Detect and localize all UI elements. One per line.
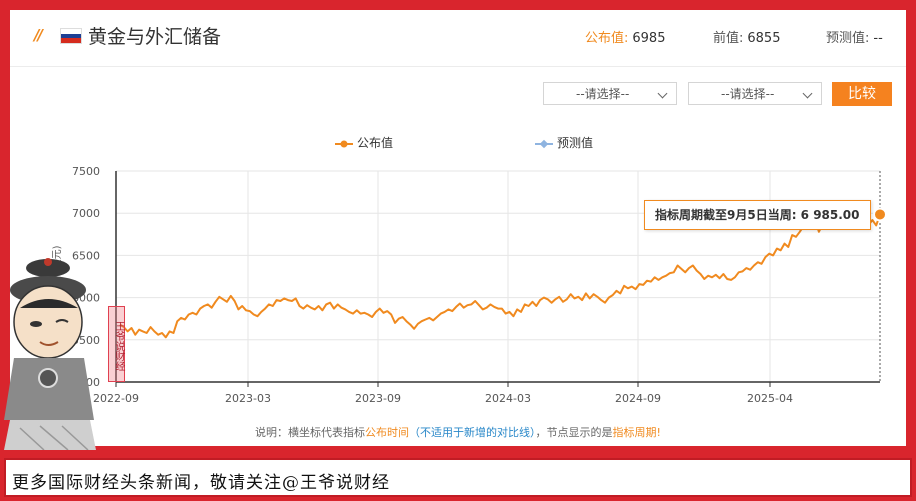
x-tick-label: 2024-09	[615, 392, 661, 405]
footer-banner: 更多国际财经头条新闻，敬请关注@王爷说财经	[4, 458, 912, 497]
note-part-6: !	[656, 426, 661, 439]
x-tick-label: 2023-09	[355, 392, 401, 405]
note-part-2: 公布时间	[365, 426, 410, 439]
chart-tooltip: 指标周期截至9月5日当周: 6 985.00	[644, 200, 871, 230]
mascot-character-icon	[4, 258, 96, 450]
note-part-3: （不适用于新增的对比线）	[409, 426, 536, 439]
x-tick-label: 2024-03	[485, 392, 531, 405]
highlighted-data-point	[873, 207, 887, 222]
x-tick-label: 2023-03	[225, 392, 271, 405]
note-part-1: 说明：横坐标代表指标	[255, 426, 366, 439]
y-tick-label: 7000	[72, 207, 100, 220]
chart-note: 说明：横坐标代表指标公布时间（不适用于新增的对比线），节点显示的是指标周期!	[10, 424, 906, 440]
note-part-4: ，节点显示的是	[535, 426, 613, 439]
series-line-published	[119, 214, 881, 339]
widget-panel: // 黄金与外汇储备 公布值: 6985 前值: 6855 预测值: -- --请选择…	[10, 10, 906, 446]
footer-text: 更多国际财经头条新闻，敬请关注@王爷说财经	[12, 473, 390, 493]
y-tick-label: 7500	[72, 165, 100, 178]
seal-stamp: 王爷说财经	[108, 306, 125, 382]
note-part-5: 指标周期	[612, 426, 657, 439]
x-tick-label: 2025-04	[747, 392, 793, 405]
